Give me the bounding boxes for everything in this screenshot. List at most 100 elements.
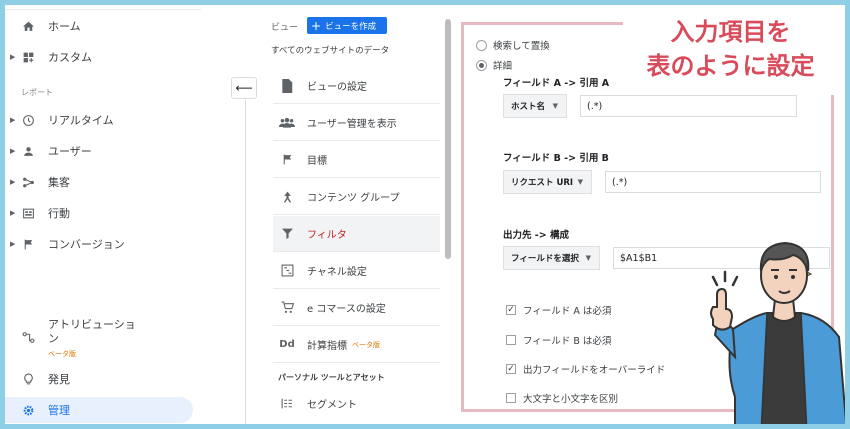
caret-right-icon: ▶ [10, 53, 16, 61]
menu-item-label: 計算指標 [307, 341, 347, 352]
sidebar-item-custom[interactable]: ▶ カスタム [5, 44, 205, 70]
sidebar-item-attribution[interactable]: アトリビューショ ン ベータ版 [5, 315, 205, 359]
checkbox[interactable] [506, 393, 516, 403]
caret-right-icon: ▶ [10, 178, 16, 186]
home-icon [21, 19, 35, 33]
callout-line-2: 表のように設定 [646, 52, 815, 80]
field-b-extract-input[interactable]: (.*) [605, 171, 821, 193]
output-field-select[interactable]: フィールドを選択 ▼ [503, 246, 600, 270]
menu-item-label: 目標 [307, 156, 327, 167]
menu-scrollbar[interactable] [445, 19, 451, 259]
select-value: リクエスト URI [511, 178, 574, 188]
caret-right-icon: ▶ [10, 209, 16, 217]
view-name: すべてのウェブサイトのデータ [271, 46, 390, 56]
radio-label: 詳細 [493, 61, 513, 72]
field-b-title: フィールド B -> 引用 B [503, 153, 609, 164]
output-title: 出力先 -> 構成 [503, 230, 570, 241]
field-a-title: フィールド A -> 引用 A [503, 78, 610, 89]
radio-advanced[interactable]: 詳細 [476, 58, 512, 72]
sidebar-item-conversions[interactable]: ▶ コンバージョン [5, 231, 205, 257]
radio-button[interactable] [476, 39, 487, 51]
sidebar-item-home[interactable]: ホーム [5, 13, 205, 39]
check-case-sensitive[interactable]: 大文字と小文字を区別 [506, 391, 618, 405]
callout-line-1: 入力項目を [670, 18, 791, 46]
checkbox-label: 出力フィールドをオーバーライド [523, 365, 666, 376]
menu-item-calculated-metrics[interactable]: Dd 計算指標 ベータ版 [273, 327, 440, 363]
create-view-label: ビューを作成 [325, 21, 377, 32]
chevron-down-icon: ▼ [552, 102, 558, 110]
beta-badge: ベータ版 [48, 350, 76, 358]
cart-icon [279, 301, 295, 314]
caret-right-icon: ▶ [10, 116, 16, 124]
field-b-select[interactable]: リクエスト URI ▼ [503, 170, 592, 194]
app-frame: ホーム ▶ カスタム レポート ▶ リアルタイム ▶ ユーザー ▶ 集客 ▶ 行… [5, 5, 845, 424]
field-a-extract-input[interactable]: (.*) [580, 95, 797, 117]
radio-button[interactable] [476, 59, 487, 71]
menu-item-label: ビューの設定 [307, 82, 367, 93]
checkbox-label: 大文字と小文字を区別 [523, 394, 619, 405]
checkbox-checked[interactable]: ✓ [506, 305, 516, 315]
menu-item-filters[interactable]: フィルタ [273, 216, 440, 252]
sidebar-item-label: コンバージョン [48, 238, 125, 251]
field-a-select[interactable]: ホスト名 ▼ [503, 94, 567, 118]
sidebar-item-label: カスタム [48, 51, 92, 64]
check-field-a-required[interactable]: ✓ フィールド A は必須 [506, 303, 611, 317]
sidebar-item-admin[interactable]: 管理 [5, 397, 193, 423]
sidebar-item-label: 行動 [48, 207, 70, 220]
callout-caption: 入力項目を 表のように設定 [623, 15, 838, 95]
select-value: ホスト名 [511, 102, 546, 112]
radio-search-replace[interactable]: 検索して置換 [476, 38, 550, 52]
pointing-person-illustration [710, 241, 845, 424]
behavior-icon [21, 206, 35, 220]
sidebar-item-realtime[interactable]: ▶ リアルタイム [5, 107, 205, 133]
caret-right-icon: ▶ [10, 240, 16, 248]
chevron-down-icon: ▼ [577, 178, 583, 186]
document-icon [279, 78, 295, 93]
sidebar-item-users[interactable]: ▶ ユーザー [5, 138, 205, 164]
sidebar: ホーム ▶ カスタム レポート ▶ リアルタイム ▶ ユーザー ▶ 集客 ▶ 行… [5, 5, 205, 424]
checkbox-label: フィールド A は必須 [523, 306, 612, 317]
attribution-icon [21, 330, 35, 344]
segment-icon [279, 397, 295, 410]
beta-badge: ベータ版 [352, 340, 380, 349]
radio-label: 検索して置換 [493, 41, 550, 52]
sidebar-item-label-cont: ン [48, 332, 59, 345]
view-header: ビュー [271, 23, 299, 33]
acquisition-icon [21, 175, 35, 189]
create-view-button[interactable]: + ビューを作成 [307, 17, 387, 34]
dashboard-icon [21, 50, 35, 64]
menu-item-channel-settings[interactable]: チャネル設定 [273, 253, 440, 289]
menu-item-goals[interactable]: 目標 [273, 142, 440, 178]
menu-item-label: セグメント [307, 399, 357, 411]
column-divider [245, 100, 246, 424]
content-group-icon [279, 190, 295, 204]
lightbulb-icon [21, 372, 35, 386]
check-field-b-required[interactable]: フィールド B は必須 [506, 333, 611, 347]
menu-item-ecommerce[interactable]: e コマースの設定 [273, 290, 440, 326]
menu-item-label: e コマースの設定 [307, 304, 386, 315]
arrow-left-icon: ⟵ [235, 81, 253, 95]
menu-item-content-grouping[interactable]: コンテンツ グループ [273, 179, 440, 215]
collapse-button[interactable]: ⟵ [231, 77, 257, 99]
sidebar-item-label: 管理 [48, 404, 70, 417]
menu-item-segments[interactable]: セグメント [273, 385, 440, 421]
attribution-label-block: アトリビューショ ン ベータ版 [48, 318, 136, 361]
sidebar-item-discover[interactable]: 発見 [5, 366, 205, 392]
check-override-output[interactable]: ✓ 出力フィールドをオーバーライド [506, 362, 665, 376]
menu-item-view-settings[interactable]: ビューの設定 [273, 68, 440, 104]
sidebar-item-behavior[interactable]: ▶ 行動 [5, 200, 205, 226]
sidebar-item-label: 集客 [48, 176, 70, 189]
sidebar-item-label: アトリビューショ [48, 318, 136, 331]
checkbox[interactable] [506, 335, 516, 345]
section-reports: レポート [21, 88, 53, 97]
menu-item-user-management[interactable]: ユーザー管理を表示 [273, 105, 440, 141]
sidebar-item-label: ユーザー [48, 145, 92, 158]
menu-item-label: ユーザー管理を表示 [307, 119, 397, 130]
checkbox-checked[interactable]: ✓ [506, 364, 516, 374]
sidebar-divider [5, 9, 201, 10]
flag-icon [21, 237, 35, 251]
section-personal-tools: パーソナル ツールとアセット [278, 373, 385, 382]
sidebar-item-acquisition[interactable]: ▶ 集客 [5, 169, 205, 195]
menu-item-label: チャネル設定 [307, 267, 367, 278]
sidebar-item-label: 発見 [48, 373, 70, 386]
